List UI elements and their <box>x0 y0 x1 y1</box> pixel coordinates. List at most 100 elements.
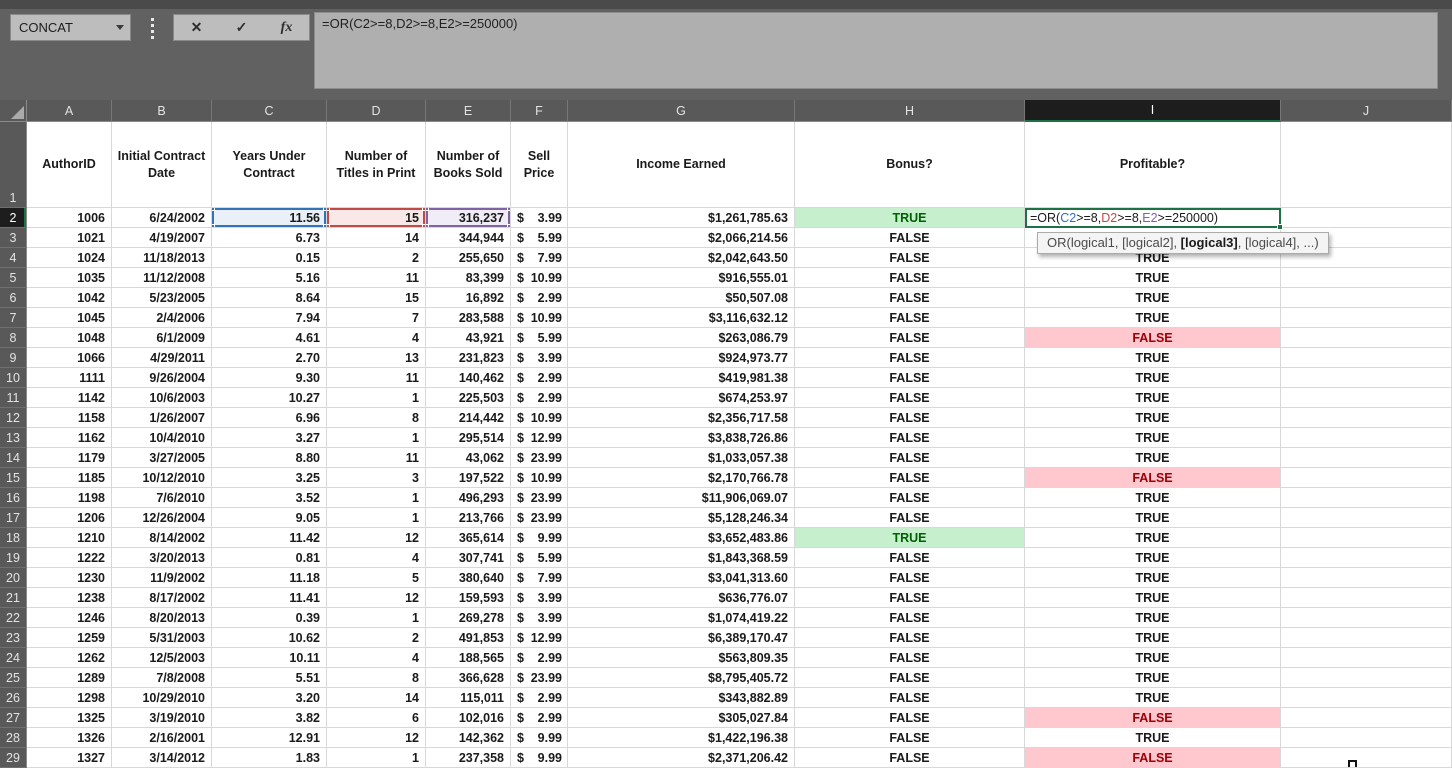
cell-J10[interactable] <box>1281 368 1452 388</box>
cell-C20[interactable]: 11.18 <box>212 568 327 588</box>
cell-A11[interactable]: 1142 <box>27 388 112 408</box>
cell-E7[interactable]: 283,588 <box>426 308 511 328</box>
row-header-12[interactable]: 12 <box>0 408 27 428</box>
cell-B3[interactable]: 4/19/2007 <box>112 228 212 248</box>
cell-F18[interactable]: $9.99 <box>511 528 568 548</box>
cell-G19[interactable]: $1,843,368.59 <box>568 548 795 568</box>
cell-G17[interactable]: $5,128,246.34 <box>568 508 795 528</box>
cell-F28[interactable]: $9.99 <box>511 728 568 748</box>
cell-I8[interactable]: FALSE <box>1025 328 1281 348</box>
cell-H16[interactable]: FALSE <box>795 488 1025 508</box>
cell-G16[interactable]: $11,906,069.07 <box>568 488 795 508</box>
row-header-23[interactable]: 23 <box>0 628 27 648</box>
cell-E12[interactable]: 214,442 <box>426 408 511 428</box>
cell-F21[interactable]: $3.99 <box>511 588 568 608</box>
cell-C7[interactable]: 7.94 <box>212 308 327 328</box>
cell-J5[interactable] <box>1281 268 1452 288</box>
active-cell-I2[interactable]: =OR(C2 >=8, D2 >=8, E2 >=250000) <box>1025 208 1283 230</box>
cell-G12[interactable]: $2,356,717.58 <box>568 408 795 428</box>
cell-G13[interactable]: $3,838,726.86 <box>568 428 795 448</box>
cell-A4[interactable]: 1024 <box>27 248 112 268</box>
cell-J1[interactable] <box>1281 122 1452 208</box>
row-header-6[interactable]: 6 <box>0 288 27 308</box>
cell-H10[interactable]: FALSE <box>795 368 1025 388</box>
cell-F8[interactable]: $5.99 <box>511 328 568 348</box>
cell-G20[interactable]: $3,041,313.60 <box>568 568 795 588</box>
cell-J23[interactable] <box>1281 628 1452 648</box>
cell-J12[interactable] <box>1281 408 1452 428</box>
row-header-16[interactable]: 16 <box>0 488 27 508</box>
cell-I11[interactable]: TRUE <box>1025 388 1281 408</box>
cell-H17[interactable]: FALSE <box>795 508 1025 528</box>
cell-B22[interactable]: 8/20/2013 <box>112 608 212 628</box>
cell-G1[interactable]: Income Earned <box>568 122 795 208</box>
cell-E23[interactable]: 491,853 <box>426 628 511 648</box>
cell-C23[interactable]: 10.62 <box>212 628 327 648</box>
cell-D22[interactable]: 1 <box>327 608 426 628</box>
cell-E21[interactable]: 159,593 <box>426 588 511 608</box>
cell-C19[interactable]: 0.81 <box>212 548 327 568</box>
row-header-20[interactable]: 20 <box>0 568 27 588</box>
row-header-5[interactable]: 5 <box>0 268 27 288</box>
cell-I13[interactable]: TRUE <box>1025 428 1281 448</box>
cell-A23[interactable]: 1259 <box>27 628 112 648</box>
cell-F9[interactable]: $3.99 <box>511 348 568 368</box>
row-header-14[interactable]: 14 <box>0 448 27 468</box>
column-header-D[interactable]: D <box>327 100 426 122</box>
cell-D11[interactable]: 1 <box>327 388 426 408</box>
row-header-7[interactable]: 7 <box>0 308 27 328</box>
cell-H24[interactable]: FALSE <box>795 648 1025 668</box>
cell-E24[interactable]: 188,565 <box>426 648 511 668</box>
column-header-H[interactable]: H <box>795 100 1025 122</box>
row-header-1[interactable]: 1 <box>0 122 27 208</box>
cell-J9[interactable] <box>1281 348 1452 368</box>
cell-F11[interactable]: $2.99 <box>511 388 568 408</box>
cell-A21[interactable]: 1238 <box>27 588 112 608</box>
cell-A26[interactable]: 1298 <box>27 688 112 708</box>
cell-H8[interactable]: FALSE <box>795 328 1025 348</box>
cell-E15[interactable]: 197,522 <box>426 468 511 488</box>
cell-D3[interactable]: 14 <box>327 228 426 248</box>
cell-H21[interactable]: FALSE <box>795 588 1025 608</box>
cell-E29[interactable]: 237,358 <box>426 748 511 768</box>
cell-C9[interactable]: 2.70 <box>212 348 327 368</box>
cell-B20[interactable]: 11/9/2002 <box>112 568 212 588</box>
cell-I1[interactable]: Profitable? <box>1025 122 1281 208</box>
cell-A16[interactable]: 1198 <box>27 488 112 508</box>
cell-E28[interactable]: 142,362 <box>426 728 511 748</box>
column-header-G[interactable]: G <box>568 100 795 122</box>
row-header-15[interactable]: 15 <box>0 468 27 488</box>
cell-J16[interactable] <box>1281 488 1452 508</box>
cell-B19[interactable]: 3/20/2013 <box>112 548 212 568</box>
cell-I14[interactable]: TRUE <box>1025 448 1281 468</box>
cell-A28[interactable]: 1326 <box>27 728 112 748</box>
cell-I24[interactable]: TRUE <box>1025 648 1281 668</box>
cell-I18[interactable]: TRUE <box>1025 528 1281 548</box>
cell-D9[interactable]: 13 <box>327 348 426 368</box>
cell-E5[interactable]: 83,399 <box>426 268 511 288</box>
cell-G11[interactable]: $674,253.97 <box>568 388 795 408</box>
cell-I29[interactable]: FALSE <box>1025 748 1281 768</box>
cell-G4[interactable]: $2,042,643.50 <box>568 248 795 268</box>
cell-A5[interactable]: 1035 <box>27 268 112 288</box>
cell-H2[interactable]: TRUE <box>795 208 1025 228</box>
cell-C17[interactable]: 9.05 <box>212 508 327 528</box>
cell-C13[interactable]: 3.27 <box>212 428 327 448</box>
row-header-10[interactable]: 10 <box>0 368 27 388</box>
cell-E20[interactable]: 380,640 <box>426 568 511 588</box>
row-header-28[interactable]: 28 <box>0 728 27 748</box>
cell-E10[interactable]: 140,462 <box>426 368 511 388</box>
cell-H12[interactable]: FALSE <box>795 408 1025 428</box>
column-header-A[interactable]: A <box>27 100 112 122</box>
cell-J28[interactable] <box>1281 728 1452 748</box>
cell-F10[interactable]: $2.99 <box>511 368 568 388</box>
cell-B14[interactable]: 3/27/2005 <box>112 448 212 468</box>
row-header-25[interactable]: 25 <box>0 668 27 688</box>
cell-A17[interactable]: 1206 <box>27 508 112 528</box>
cell-F25[interactable]: $23.99 <box>511 668 568 688</box>
cell-I21[interactable]: TRUE <box>1025 588 1281 608</box>
cell-E26[interactable]: 115,011 <box>426 688 511 708</box>
cell-H9[interactable]: FALSE <box>795 348 1025 368</box>
cell-G5[interactable]: $916,555.01 <box>568 268 795 288</box>
column-header-B[interactable]: B <box>112 100 212 122</box>
